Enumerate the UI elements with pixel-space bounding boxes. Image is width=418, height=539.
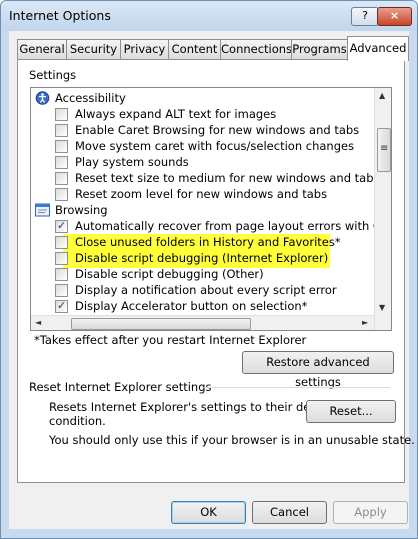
reset-warning: You should only use this if your browser… [49, 433, 415, 447]
tab-content[interactable]: Content [168, 39, 221, 59]
setting-checkbox[interactable] [55, 172, 68, 185]
grip-icon: ≡ [380, 143, 389, 154]
scroll-right-arrow-icon[interactable]: ► [362, 318, 368, 327]
settings-list[interactable]: Accessibility Always expand ALT text for… [30, 87, 392, 331]
close-button[interactable]: × [377, 7, 412, 26]
setting-checkbox[interactable] [55, 156, 68, 169]
setting-label: Disable script debugging (Internet Explo… [75, 251, 329, 265]
reset-description-line1: Resets Internet Explorer's settings to t… [49, 400, 337, 414]
setting-label: Move system caret with focus/selection c… [75, 139, 355, 153]
restart-note: *Takes effect after you restart Internet… [34, 333, 307, 347]
dialog-body: General Security Privacy Content Connect… [9, 31, 415, 529]
setting-checkbox[interactable] [55, 188, 68, 201]
vertical-scroll-thumb[interactable]: ≡ [377, 128, 391, 172]
help-button[interactable]: ? [351, 7, 379, 26]
internet-options-window: Internet Options ? × General Security Pr… [0, 0, 418, 539]
group-divider [204, 387, 390, 388]
setting-label: Automatically recover from page layout e… [75, 219, 392, 233]
settings-label: Settings [29, 68, 77, 82]
horizontal-scrollbar[interactable]: ◄ ► [31, 315, 374, 330]
title-bar[interactable]: Internet Options ? × [1, 1, 417, 31]
reset-description-line2: condition. [49, 414, 106, 428]
scroll-down-arrow-icon[interactable]: ▼ [379, 303, 385, 312]
horizontal-scroll-thumb[interactable] [71, 318, 251, 330]
apply-button[interactable]: Apply [333, 501, 408, 524]
cancel-button[interactable]: Cancel [252, 501, 327, 524]
setting-label: Reset zoom level for new windows and tab… [75, 187, 328, 201]
tab-advanced[interactable]: Advanced [347, 36, 409, 61]
setting-checkbox[interactable] [55, 298, 68, 314]
reset-section-title: Reset Internet Explorer settings [29, 380, 212, 394]
setting-label: Close unused folders in History and Favo… [75, 235, 341, 249]
setting-checkbox[interactable] [55, 252, 68, 265]
restore-advanced-settings-button[interactable]: Restore advanced settings [242, 351, 394, 389]
setting-checkbox[interactable] [55, 140, 68, 153]
reset-button[interactable]: Reset... [306, 400, 396, 423]
browsing-icon [35, 203, 50, 217]
advanced-tab-panel: Settings Accessibility Always expand ALT… [17, 59, 415, 483]
scroll-left-arrow-icon[interactable]: ◄ [35, 318, 41, 327]
setting-label: Display Accelerator button on selection* [75, 299, 308, 313]
setting-checkbox[interactable] [55, 108, 68, 121]
tab-privacy[interactable]: Privacy [120, 39, 169, 59]
setting-checkbox[interactable] [55, 284, 68, 297]
setting-label: Reset text size to medium for new window… [75, 171, 380, 185]
setting-checkbox[interactable] [55, 236, 68, 249]
setting-label: Play system sounds [75, 155, 189, 169]
tab-security[interactable]: Security [66, 39, 121, 59]
category-label: Browsing [55, 203, 108, 217]
setting-checkbox[interactable] [55, 124, 68, 137]
vertical-scrollbar[interactable]: ▲ ≡ ▼ [374, 88, 391, 330]
tab-connections[interactable]: Connections [220, 39, 292, 59]
setting-checkbox[interactable] [55, 268, 68, 281]
setting-label: Enable Caret Browsing for new windows an… [75, 123, 360, 137]
setting-checkbox[interactable] [55, 218, 68, 234]
tab-programs[interactable]: Programs [291, 39, 348, 59]
setting-label: Disable script debugging (Other) [75, 267, 264, 281]
tab-general[interactable]: General [17, 39, 67, 59]
accessibility-icon [35, 91, 50, 105]
ok-button[interactable]: OK [171, 501, 246, 524]
category-label: Accessibility [55, 91, 126, 105]
setting-label: Always expand ALT text for images [75, 107, 277, 121]
scroll-up-arrow-icon[interactable]: ▲ [379, 91, 385, 100]
window-title: Internet Options [9, 8, 111, 23]
setting-label: Display a notification about every scrip… [75, 283, 337, 297]
